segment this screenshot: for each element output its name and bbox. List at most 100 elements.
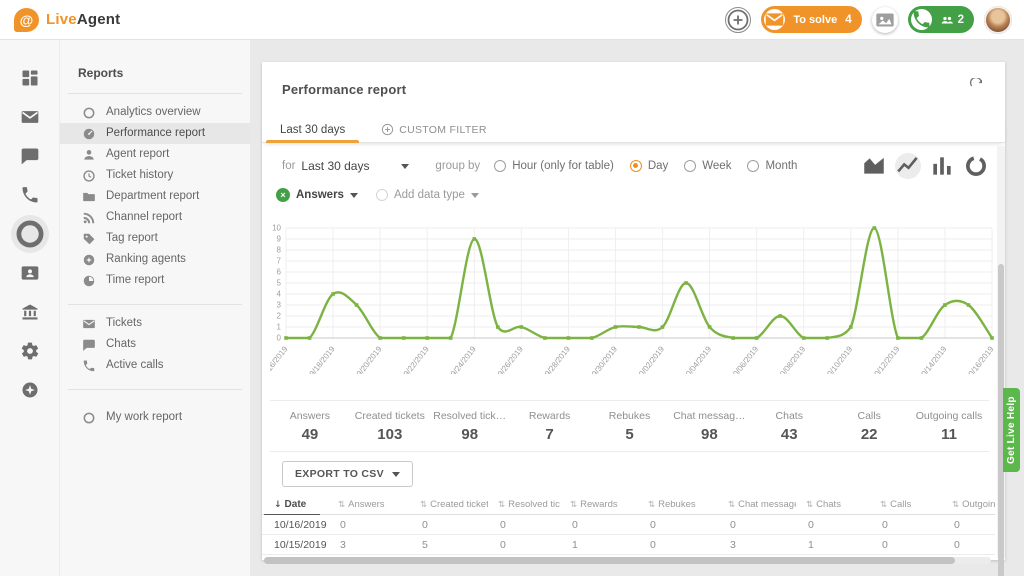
table-row[interactable]: 10/16/2019 0 0 0 0 0 0 0 0 0 — [262, 515, 995, 535]
line-chart-icon — [895, 153, 921, 179]
nav-item-performance-report[interactable]: Performance report — [60, 123, 250, 144]
icon-rail — [0, 40, 60, 576]
answers-line-chart: 01234567891009/16/201909/18/201909/20/20… — [270, 218, 1000, 374]
scrollbar-thumb[interactable] — [264, 557, 955, 564]
svg-text:09/22/2019: 09/22/2019 — [399, 344, 431, 374]
group-by-label: group by — [435, 160, 480, 172]
nav-item-active-calls[interactable]: Active calls — [60, 355, 250, 376]
calls-status-button[interactable]: 2 — [908, 6, 974, 33]
sort-icon: ⇅ — [952, 500, 959, 510]
column-header-answers[interactable]: ⇅Answers — [328, 499, 410, 510]
date-range-dropdown[interactable]: Last 30 days — [301, 159, 409, 173]
nav-item-agent-report[interactable]: Agent report — [60, 144, 250, 165]
stat-chat-messages: Chat messag…98 — [669, 401, 749, 451]
history-clock-icon — [82, 169, 96, 183]
nav-item-tag-report[interactable]: Tag report — [60, 228, 250, 249]
svg-text:09/18/2019: 09/18/2019 — [305, 344, 337, 374]
chevron-down-icon[interactable] — [350, 193, 358, 198]
svg-text:10/08/2019: 10/08/2019 — [776, 344, 808, 374]
column-header-date[interactable]: ↓Date — [262, 494, 328, 515]
radio-hour[interactable]: Hour (only for table) — [494, 160, 614, 172]
divider — [68, 389, 242, 390]
add-series-icon — [376, 189, 388, 201]
bar-chart-button[interactable] — [929, 153, 955, 179]
add-data-type-label[interactable]: Add data type — [394, 189, 465, 201]
sort-desc-icon: ↓ — [274, 500, 282, 510]
rail-reports-button[interactable] — [11, 215, 49, 253]
chart-legend: × Answers Add data type — [276, 188, 479, 202]
to-solve-button[interactable]: To solve 4 — [761, 6, 861, 33]
column-header-outgoing-calls[interactable]: ⇅Outgoing calls — [942, 499, 995, 510]
nav-item-tickets[interactable]: Tickets — [60, 313, 250, 334]
contact-card-icon — [20, 263, 40, 283]
chevron-down-icon[interactable] — [471, 193, 479, 198]
svg-text:10: 10 — [272, 224, 281, 233]
line-chart-svg: 01234567891009/16/201909/18/201909/20/20… — [270, 218, 1000, 374]
nav-item-chats[interactable]: Chats — [60, 334, 250, 355]
horizontal-scrollbar[interactable] — [264, 557, 991, 564]
get-live-help-button[interactable]: Get Live Help — [1003, 388, 1020, 472]
svg-text:10/12/2019: 10/12/2019 — [870, 344, 902, 374]
radio-week[interactable]: Week — [684, 160, 731, 172]
column-header-rewards[interactable]: ⇅Rewards — [560, 499, 638, 510]
column-header-created-tickets[interactable]: ⇅Created tickets — [410, 499, 488, 510]
nav-item-ticket-history[interactable]: Ticket history — [60, 165, 250, 186]
remove-series-icon[interactable]: × — [276, 188, 290, 202]
rail-billing-button[interactable] — [20, 302, 40, 322]
phone-icon — [20, 185, 40, 205]
column-header-chats[interactable]: ⇅Chats — [796, 499, 870, 510]
stat-resolved-tickets: Resolved tick…98 — [430, 401, 510, 451]
nav-item-department-report[interactable]: Department report — [60, 186, 250, 207]
topbar: @ LiveAgent To solve 4 2 — [0, 0, 1024, 40]
performance-report-panel: Performance report Last 30 days CUSTOM F… — [262, 62, 1005, 560]
area-chart-button[interactable] — [861, 153, 887, 179]
radio-month[interactable]: Month — [747, 160, 797, 172]
nav-item-analytics-overview[interactable]: Analytics overview — [60, 102, 250, 123]
radio-day[interactable]: Day — [630, 160, 668, 172]
sort-icon: ⇅ — [880, 500, 887, 510]
column-header-resolved-tickets[interactable]: ⇅Resolved tickets — [488, 499, 560, 510]
nav-item-time-report[interactable]: Time report — [60, 270, 250, 291]
sort-icon: ⇅ — [420, 500, 427, 510]
rail-calls-button[interactable] — [20, 185, 40, 205]
column-header-rebukes[interactable]: ⇅Rebukes — [638, 499, 718, 510]
export-to-csv-button[interactable]: EXPORT TO CSV — [282, 461, 413, 487]
nav-item-my-work-report[interactable]: My work report — [60, 407, 250, 428]
svg-text:0: 0 — [277, 334, 282, 343]
column-header-chat-messages[interactable]: ⇅Chat messages — [718, 499, 796, 510]
messages-button[interactable] — [872, 7, 898, 33]
dashboard-grid-icon — [20, 68, 40, 88]
svg-text:7: 7 — [277, 257, 282, 266]
tab-last-30-days[interactable]: Last 30 days — [262, 116, 363, 143]
filter-row: for Last 30 days group by Hour (only for… — [282, 152, 989, 180]
rail-chats-button[interactable] — [20, 146, 40, 166]
svg-text:09/16/2019: 09/16/2019 — [270, 344, 290, 374]
person-icon — [82, 148, 96, 162]
table-row[interactable]: 10/15/2019 3 5 0 1 0 3 1 0 0 — [262, 535, 995, 555]
nav-item-channel-report[interactable]: Channel report — [60, 207, 250, 228]
divider — [68, 304, 242, 305]
for-label: for — [282, 160, 295, 172]
rail-dashboard-button[interactable] — [20, 68, 40, 88]
sort-icon: ⇅ — [498, 500, 505, 510]
line-chart-button[interactable] — [895, 153, 921, 179]
tab-custom-filter[interactable]: CUSTOM FILTER — [363, 116, 505, 143]
rail-settings-button[interactable] — [20, 341, 40, 361]
refresh-icon — [969, 78, 985, 94]
add-button[interactable] — [725, 7, 751, 33]
rail-tickets-button[interactable] — [20, 107, 40, 127]
stat-rewards: Rewards7 — [510, 401, 590, 451]
liveagent-logo[interactable]: @ LiveAgent — [14, 8, 120, 32]
sort-icon: ⇅ — [728, 500, 735, 510]
bar-chart-icon — [929, 153, 955, 179]
user-avatar[interactable] — [984, 6, 1012, 34]
stat-created-tickets: Created tickets103 — [350, 401, 430, 451]
column-header-calls[interactable]: ⇅Calls — [870, 499, 942, 510]
rail-addons-button[interactable] — [20, 380, 40, 400]
donut-chart-button[interactable] — [963, 153, 989, 179]
nav-item-ranking-agents[interactable]: Ranking agents — [60, 249, 250, 270]
chart-type-switcher — [861, 153, 989, 179]
rail-customers-button[interactable] — [20, 263, 40, 283]
vertical-scrollbar[interactable] — [997, 146, 1005, 558]
refresh-button[interactable] — [969, 78, 985, 94]
